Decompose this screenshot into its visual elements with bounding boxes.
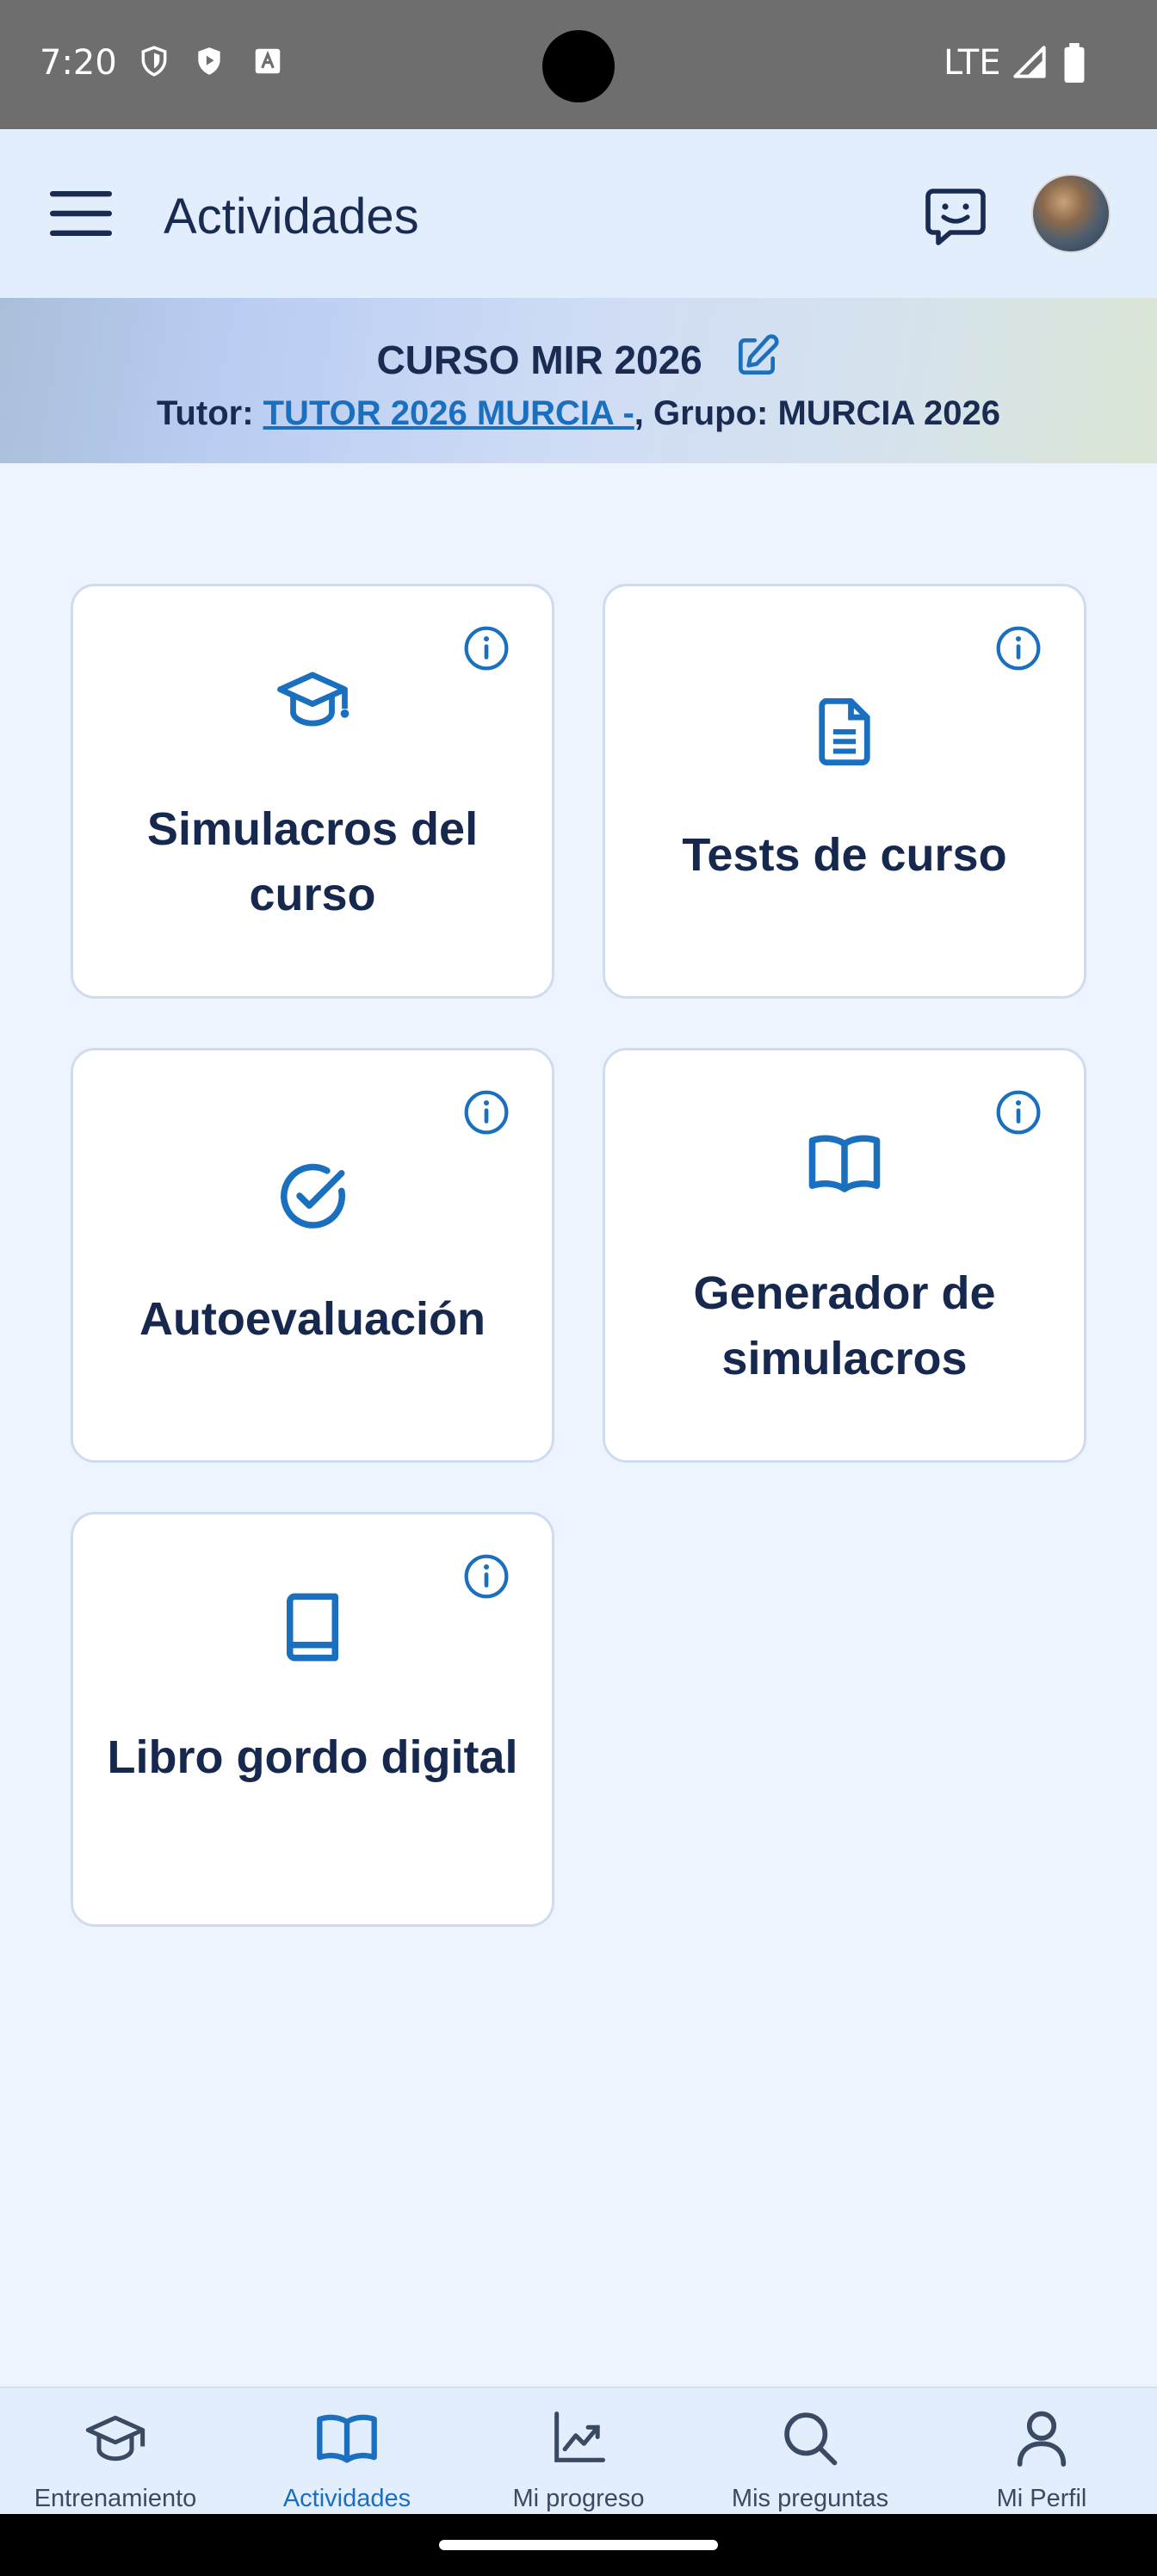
nav-label: Entrenamiento — [34, 2485, 197, 2512]
card-label: Simulacros del curso — [146, 803, 479, 920]
bottom-nav: Entrenamiento Actividades Mi progreso Mi… — [0, 2387, 1157, 2514]
tutor-label: Tutor: — [156, 394, 263, 432]
info-icon[interactable] — [462, 624, 510, 672]
card-label: Tests de curso — [682, 829, 1007, 881]
user-icon — [1017, 2411, 1067, 2467]
card-autoevaluacion[interactable]: Autoevaluación — [71, 1048, 554, 1463]
open-book-icon — [808, 1135, 881, 1192]
card-libro-gordo-digital[interactable]: Libro gordo digital — [71, 1512, 554, 1927]
card-tests-de-curso[interactable]: Tests de curso — [603, 584, 1086, 999]
check-circle-icon — [281, 1163, 345, 1229]
app-bar: Actividades — [0, 129, 1157, 298]
nav-label: Mi progreso — [512, 2485, 645, 2512]
course-title: CURSO MIR 2026 — [0, 332, 1157, 383]
info-icon[interactable] — [462, 1088, 510, 1136]
open-book-icon — [317, 2414, 377, 2463]
document-icon — [819, 698, 870, 765]
nav-mi-progreso[interactable]: Mi progreso — [463, 2388, 694, 2516]
info-icon[interactable] — [462, 1552, 510, 1601]
battery-icon — [1064, 43, 1085, 83]
nav-label: Mi Perfil — [996, 2485, 1087, 2512]
tutor-link[interactable]: TUTOR 2026 MURCIA - — [263, 394, 634, 432]
course-name: CURSO MIR 2026 — [376, 337, 702, 382]
page-title: Actividades — [164, 189, 419, 245]
status-time: 7:20 — [40, 43, 117, 83]
book-icon — [287, 1593, 338, 1662]
graduation-cap-icon — [85, 2415, 145, 2461]
card-label: Autoevaluación — [139, 1293, 486, 1345]
shield-icon — [141, 46, 167, 77]
gesture-bar — [0, 2514, 1157, 2576]
play-protect-icon — [198, 47, 220, 75]
chart-icon — [554, 2411, 606, 2462]
tutor-group-line: Tutor: TUTOR 2026 MURCIA -, Grupo: MURCI… — [0, 394, 1157, 433]
card-label: Libro gordo digital — [107, 1731, 518, 1783]
chat-icon[interactable] — [921, 183, 990, 251]
avatar[interactable] — [1031, 174, 1111, 253]
nav-actividades[interactable]: Actividades — [232, 2388, 462, 2516]
search-icon — [784, 2412, 838, 2466]
info-icon[interactable] — [994, 1088, 1043, 1136]
keyboard-a-icon — [255, 48, 281, 74]
network-type: LTE — [944, 43, 1001, 83]
nav-label: Actividades — [282, 2485, 411, 2512]
home-gesture-handle[interactable] — [439, 2540, 718, 2550]
nav-entrenamiento[interactable]: Entrenamiento — [0, 2388, 231, 2516]
camera-cutout — [542, 30, 615, 102]
info-icon[interactable] — [994, 624, 1043, 672]
edit-icon[interactable] — [733, 332, 781, 381]
graduation-cap-icon — [277, 672, 350, 727]
status-bar: 7:20 LTE — [0, 0, 1157, 129]
signal-icon — [1013, 46, 1046, 78]
group-text: , Grupo: MURCIA 2026 — [634, 394, 1001, 432]
menu-icon[interactable] — [50, 191, 112, 236]
card-label: Generador de simulacros — [693, 1267, 996, 1384]
nav-label: Mis preguntas — [731, 2485, 889, 2512]
card-simulacros-del-curso[interactable]: Simulacros del curso — [71, 584, 554, 999]
card-generador-de-simulacros[interactable]: Generador de simulacros — [603, 1048, 1086, 1463]
nav-mis-preguntas[interactable]: Mis preguntas — [695, 2388, 925, 2516]
nav-mi-perfil[interactable]: Mi Perfil — [926, 2388, 1157, 2516]
course-banner: CURSO MIR 2026 Tutor: TUTOR 2026 MURCIA … — [0, 298, 1157, 463]
